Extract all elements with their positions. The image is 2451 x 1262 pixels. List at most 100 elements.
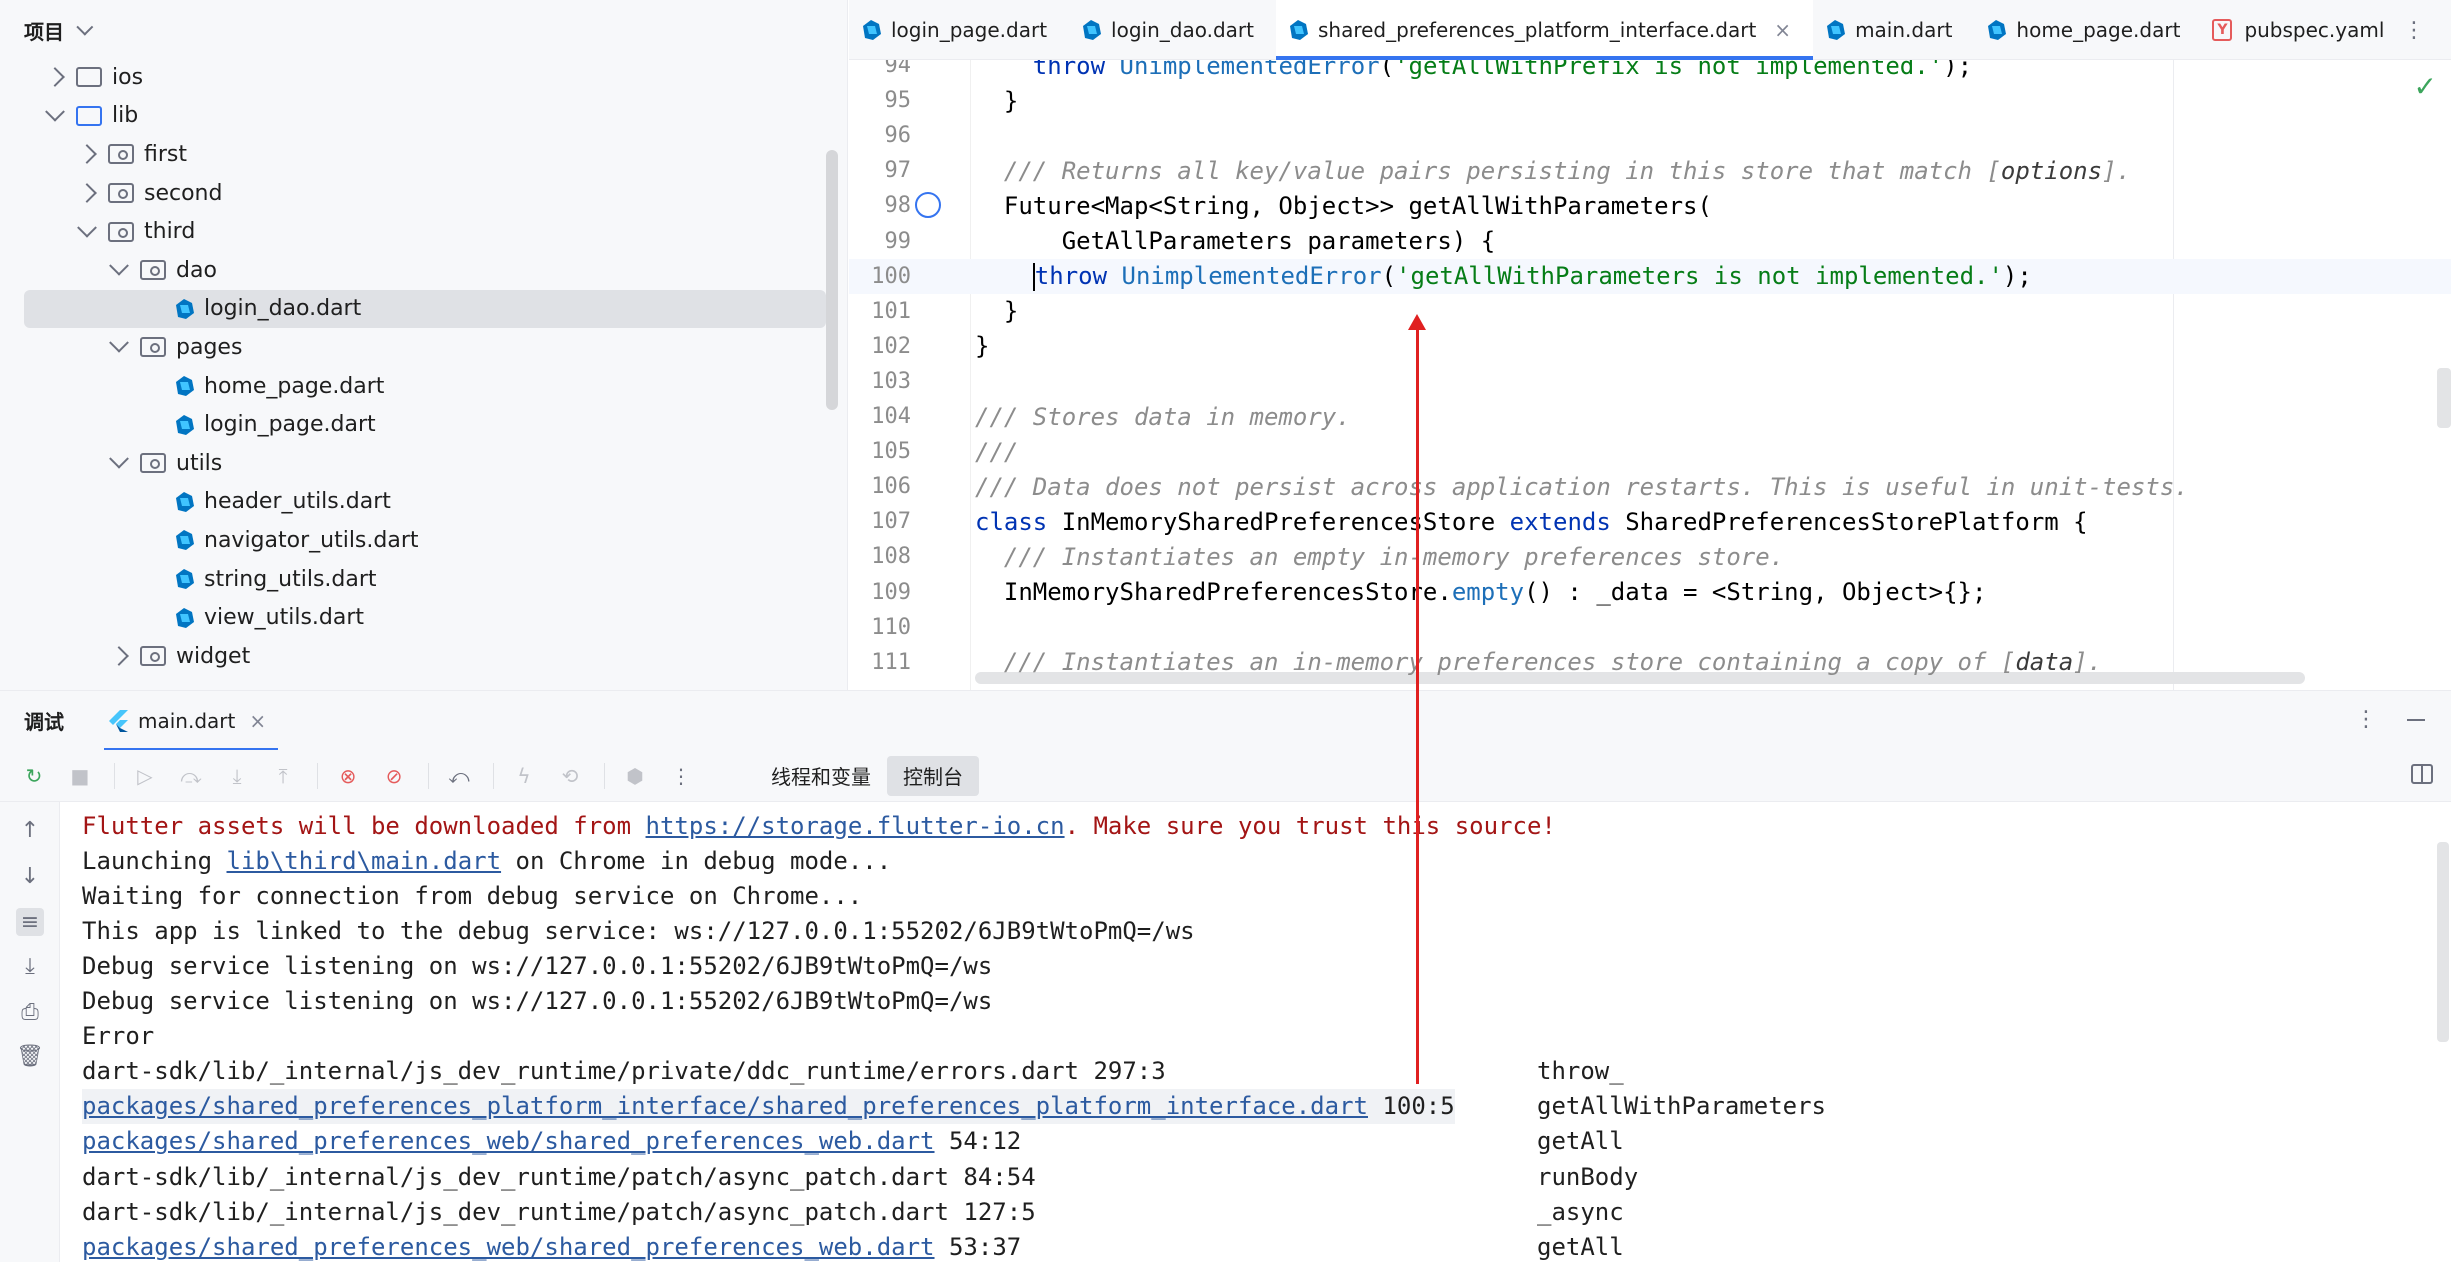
tree-item[interactable]: lib bbox=[0, 97, 847, 136]
chevron-down-icon[interactable] bbox=[109, 449, 129, 469]
tree-item[interactable]: string_utils.dart bbox=[0, 560, 847, 599]
dart-file-icon bbox=[176, 530, 194, 551]
tree-item[interactable]: navigator_utils.dart bbox=[0, 521, 847, 560]
chevron-down-icon[interactable] bbox=[76, 18, 94, 36]
tabs-more-icon[interactable]: ⋮ bbox=[2403, 18, 2425, 43]
mute-breakpoints-icon[interactable]: ⊘ bbox=[382, 764, 406, 788]
project-scrollbar[interactable] bbox=[826, 150, 838, 410]
editor-tab[interactable]: shared_preferences_platform_interface.da… bbox=[1275, 0, 1814, 60]
code-token: /// Returns all key/value pairs persisti… bbox=[975, 156, 2001, 185]
console-link[interactable]: packages/shared_preferences_platform_int… bbox=[82, 1092, 1368, 1120]
debug-more-icon[interactable]: ⋮ bbox=[2355, 707, 2377, 732]
hot-reload-icon[interactable]: ϟ bbox=[512, 764, 536, 788]
package-folder-icon bbox=[108, 221, 134, 242]
console-text: This app is linked to the debug service:… bbox=[82, 916, 1195, 945]
tree-item[interactable]: widget bbox=[0, 637, 847, 676]
tree-item[interactable]: header_utils.dart bbox=[0, 483, 847, 522]
debug-session-tab[interactable]: main.dart × bbox=[103, 691, 279, 751]
chevron-right-icon[interactable] bbox=[77, 183, 97, 203]
console-link[interactable]: lib\third\main.dart bbox=[227, 847, 502, 875]
code-text: /// Data does not persist across applica… bbox=[975, 473, 2189, 501]
line-number: 107 bbox=[871, 509, 911, 535]
tree-item-label: login_dao.dart bbox=[204, 296, 362, 322]
code-text: } bbox=[975, 87, 1018, 115]
rerun-icon[interactable]: ↻ bbox=[22, 764, 46, 788]
code-editor[interactable]: ✓ 94 throw UnimplementedError('getAllWit… bbox=[849, 60, 2451, 690]
minimize-icon[interactable] bbox=[2407, 719, 2425, 721]
chevron-down-icon[interactable] bbox=[109, 333, 129, 354]
editor-tab[interactable]: home_page.dart bbox=[1974, 0, 2202, 60]
toolbar-separator bbox=[114, 762, 115, 789]
editor-tab[interactable]: main.dart bbox=[1813, 0, 1974, 60]
close-icon[interactable]: × bbox=[1774, 18, 1791, 42]
resume-icon[interactable]: ▷ bbox=[133, 764, 157, 788]
stop-icon[interactable]: ■ bbox=[68, 764, 92, 788]
folder-icon bbox=[76, 105, 102, 126]
dart-icon bbox=[1827, 19, 1846, 40]
step-over-icon[interactable]: ⤼ bbox=[179, 764, 203, 788]
project-header[interactable]: 项目 bbox=[0, 0, 847, 60]
soft-wrap-icon[interactable]: ≡ bbox=[16, 908, 44, 936]
chevron-right-icon[interactable] bbox=[77, 144, 97, 165]
debug-subtab[interactable]: 线程和变量 bbox=[755, 750, 887, 802]
code-token: /// Instantiates an empty in-memory pref… bbox=[975, 542, 1785, 571]
toolbar-separator bbox=[428, 762, 429, 789]
chevron-right-icon[interactable] bbox=[109, 646, 129, 667]
tree-item[interactable]: third bbox=[0, 212, 847, 251]
restore-layout-icon[interactable]: ⤺ bbox=[447, 764, 471, 788]
tree-item[interactable]: pages bbox=[0, 328, 847, 367]
console-line: packages/shared_preferences_web/shared_p… bbox=[82, 1124, 1021, 1159]
dart-icon bbox=[1289, 19, 1308, 40]
code-token: 'getAllWithParameters is not implemented… bbox=[1396, 261, 2003, 290]
tree-item[interactable]: dao bbox=[0, 251, 847, 290]
code-line: 109 InMemorySharedPreferencesStore.empty… bbox=[849, 575, 2451, 610]
tree-item[interactable]: utils bbox=[0, 444, 847, 483]
tree-item[interactable]: ios bbox=[0, 58, 847, 97]
tree-item[interactable]: second bbox=[0, 174, 847, 213]
editor-tab[interactable]: login_dao.dart bbox=[1069, 0, 1276, 60]
code-token: extends bbox=[1509, 507, 1626, 536]
layout-icon[interactable] bbox=[2411, 764, 2433, 784]
chevron-down-icon[interactable] bbox=[45, 101, 65, 122]
close-icon[interactable]: × bbox=[249, 709, 266, 733]
view-breakpoints-icon[interactable]: ⊗ bbox=[336, 764, 360, 788]
implemented-method-icon[interactable] bbox=[915, 192, 941, 219]
console-link[interactable]: packages/shared_preferences_web/shared_p… bbox=[82, 1233, 935, 1261]
step-out-icon[interactable]: ⤒ bbox=[271, 764, 295, 788]
chevron-down-icon[interactable] bbox=[109, 256, 129, 276]
console-side-toolbar: ↑ ↓ ≡ ⤓ ⎙ 🗑 bbox=[0, 802, 60, 1262]
scroll-to-end-icon[interactable]: ⤓ bbox=[16, 952, 44, 980]
print-icon[interactable]: ⎙ bbox=[16, 998, 44, 1026]
devtools-icon[interactable]: ⬢ bbox=[623, 764, 647, 788]
code-text: /// bbox=[975, 438, 1018, 466]
chevron-down-icon[interactable] bbox=[77, 217, 97, 238]
tree-item-label: widget bbox=[176, 643, 251, 669]
package-folder-icon bbox=[140, 646, 166, 667]
debug-subtab[interactable]: 控制台 bbox=[887, 755, 979, 796]
tree-item[interactable]: first bbox=[0, 135, 847, 174]
more-icon[interactable]: ⋮ bbox=[669, 764, 693, 788]
editor-tab-label: login_dao.dart bbox=[1111, 17, 1254, 42]
code-line: 102} bbox=[849, 329, 2451, 364]
step-into-icon[interactable]: ⤓ bbox=[225, 764, 249, 788]
tree-item-label: pages bbox=[176, 334, 243, 360]
console-output[interactable]: Flutter assets will be downloaded from h… bbox=[60, 802, 2451, 1262]
hot-restart-icon[interactable]: ⟲ bbox=[558, 764, 582, 788]
tree-item[interactable]: login_dao.dart bbox=[24, 289, 826, 329]
console-scrollbar[interactable] bbox=[2437, 842, 2449, 1042]
editor-tab[interactable]: login_page.dart bbox=[849, 0, 1069, 60]
tree-item[interactable]: view_utils.dart bbox=[0, 598, 847, 637]
console-link[interactable]: https://storage.flutter-io.cn bbox=[646, 812, 1065, 840]
clear-all-icon[interactable]: 🗑 bbox=[16, 1042, 44, 1070]
tree-item[interactable]: home_page.dart bbox=[0, 367, 847, 406]
editor-tab[interactable]: Ypubspec.yaml bbox=[2202, 0, 2406, 60]
console-link[interactable]: packages/shared_preferences_web/shared_p… bbox=[82, 1127, 935, 1155]
line-number: 105 bbox=[871, 439, 911, 465]
scroll-up-icon[interactable]: ↑ bbox=[16, 816, 44, 844]
tree-item[interactable]: login_page.dart bbox=[0, 405, 847, 444]
chevron-right-icon[interactable] bbox=[45, 67, 65, 88]
scroll-down-icon[interactable]: ↓ bbox=[16, 862, 44, 890]
